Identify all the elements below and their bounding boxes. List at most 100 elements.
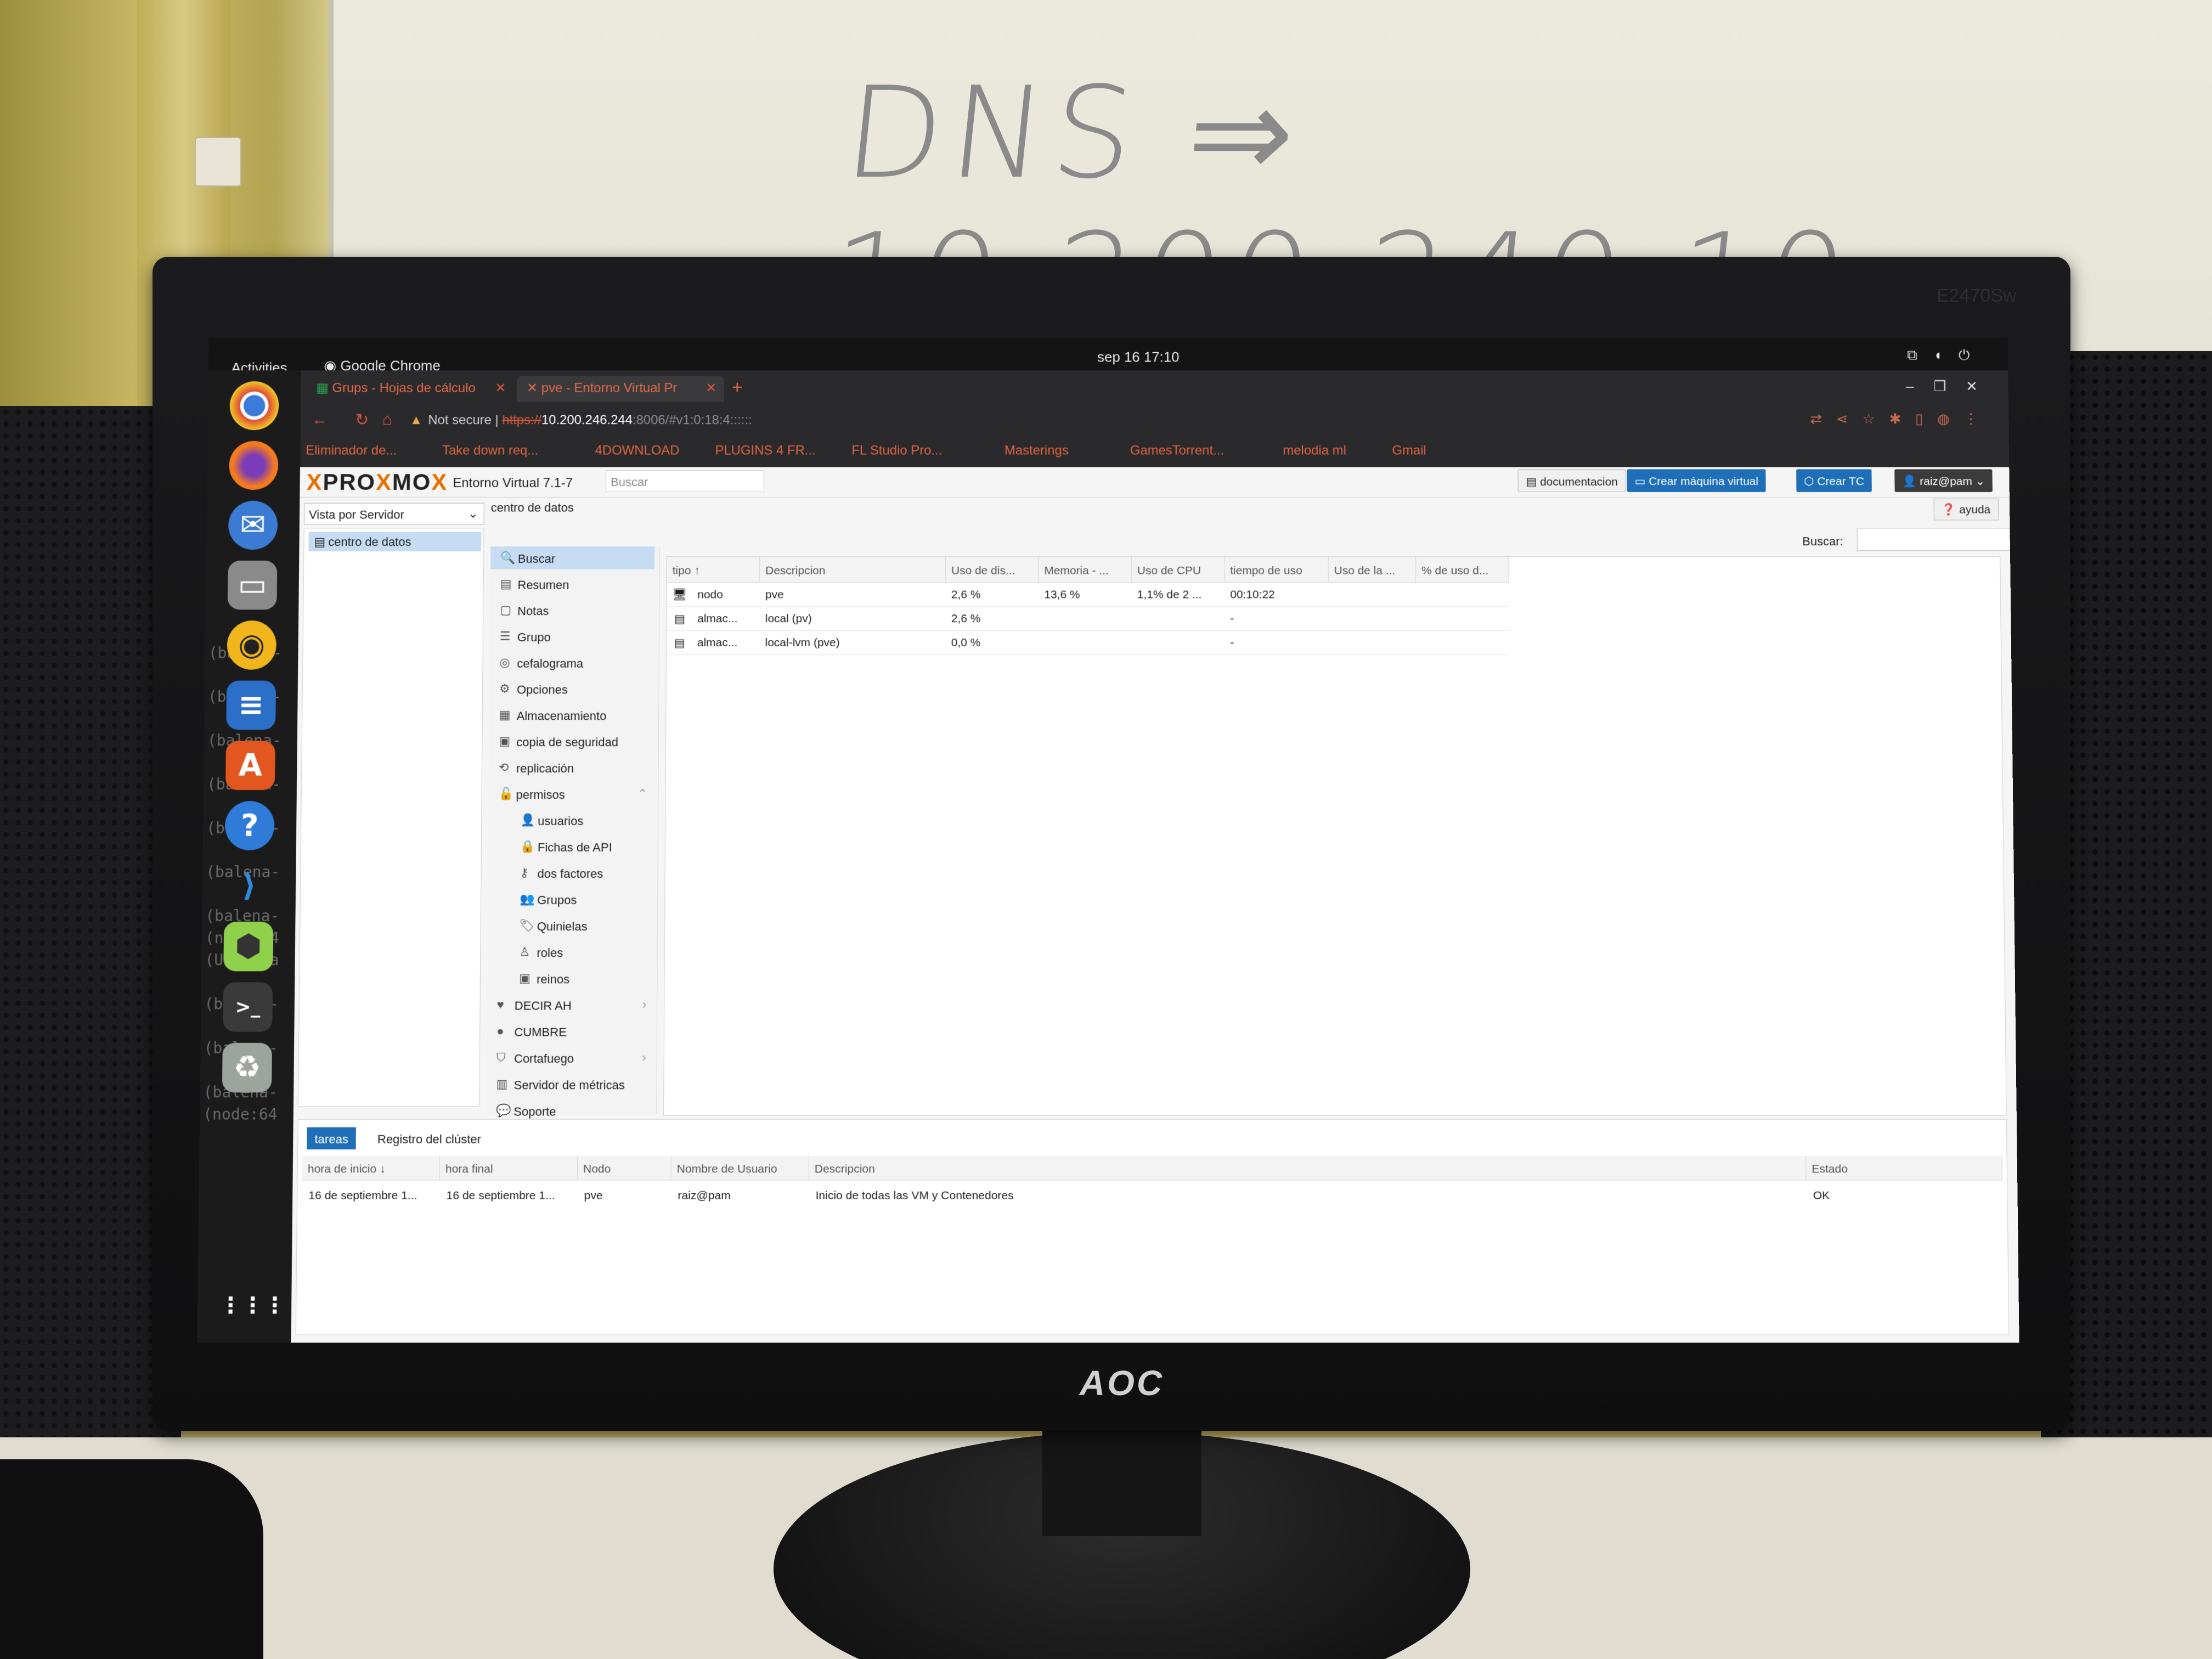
bookmark-item[interactable]: Eliminador de... <box>306 443 397 459</box>
menu-item-two-factor[interactable]: ⚷ dos factores <box>488 861 652 884</box>
sheets-icon: ▦ <box>316 381 332 396</box>
vscode-dock-icon[interactable]: ⟩ <box>224 861 274 911</box>
security-warning: Not secure <box>428 413 492 428</box>
menu-item-resumen[interactable]: ▤ Resumen <box>490 573 654 596</box>
sidepanel-icon[interactable]: ▯ <box>1915 410 1937 427</box>
software-dock-icon[interactable]: A <box>225 741 275 791</box>
cell-disk: 2,6 % <box>951 588 981 601</box>
translate-icon[interactable]: ⇄ <box>1810 410 1836 427</box>
menu-item-pools[interactable]: 🏷 Quinielas <box>488 914 653 937</box>
menu-item-metric-server[interactable]: ▥ Servidor de métricas <box>486 1073 651 1096</box>
bookmark-item[interactable]: Take down req... <box>442 443 538 459</box>
menu-item-api-tokens[interactable]: 🔒 Fichas de API <box>488 835 653 858</box>
menu-item-permisos[interactable]: 🔓 permisos ⌃ <box>488 782 653 805</box>
package-dock-icon[interactable]: ⬢ <box>223 922 274 972</box>
table-row[interactable]: ▤ almac... local (pv) 2,6 % - <box>667 607 1510 631</box>
tree-item-datacenter[interactable]: ▤ centro de datos <box>308 532 482 552</box>
writer-dock-icon[interactable]: ≡ <box>226 680 276 730</box>
cell-tipo: nodo <box>697 588 723 601</box>
close-window-icon[interactable]: ✕ <box>1966 378 1997 394</box>
profile-icon[interactable]: ◍ <box>1937 410 1964 427</box>
bookmark-item[interactable]: FL Studio Pro... <box>851 443 942 459</box>
chrome-dock-icon[interactable] <box>229 381 279 431</box>
firefox-dock-icon[interactable] <box>229 441 279 490</box>
menu-item-notas[interactable]: ▢ Notas <box>490 599 654 622</box>
close-tab-icon[interactable]: ✕ <box>495 380 506 396</box>
column-header-status[interactable]: Estado <box>1806 1156 2003 1181</box>
power-icon: ⏻ <box>1958 346 1987 363</box>
menu-item-realms[interactable]: ▣ reinos <box>487 967 652 990</box>
menu-item-backup[interactable]: ▣ copia de seguridad <box>489 730 653 753</box>
column-header-disk[interactable]: Uso de dis... <box>945 556 1039 583</box>
documentation-button[interactable]: ▤ documentacion <box>1517 469 1626 492</box>
column-header-node[interactable]: Nodo <box>577 1156 672 1181</box>
column-header-start[interactable]: hora de inicio ↓ <box>302 1156 441 1181</box>
menu-item-buscar[interactable]: 🔍 Buscar <box>490 546 655 569</box>
share-icon[interactable]: ⋖ <box>1836 410 1863 427</box>
menu-icon[interactable]: ⋮ <box>1963 410 1992 427</box>
address-bar[interactable]: ▲ Not secure | https://10.200.246.244:800… <box>404 407 1987 432</box>
star-icon[interactable]: ☆ <box>1862 410 1889 427</box>
column-header-descripcion[interactable]: Descripcion <box>760 556 946 583</box>
table-row[interactable]: ▤ almac... local-lvm (pve) 0,0 % - <box>666 631 1510 655</box>
menu-item-roles[interactable]: ♙ roles <box>487 940 652 963</box>
omnibox-tools[interactable]: ⇄⋖☆✱▯◍⋮ <box>1810 410 1992 427</box>
terminal-dock-icon[interactable]: >_ <box>223 982 273 1032</box>
column-header-uptime[interactable]: tiempo de uso <box>1224 556 1329 583</box>
tab-cluster-log[interactable]: Registro del clúster <box>370 1127 489 1149</box>
menu-item-firewall[interactable]: ⛉ Cortafuego › <box>487 1046 652 1069</box>
search-input[interactable] <box>1857 528 2019 551</box>
create-vm-button[interactable]: ▭ Crear máquina virtual <box>1627 469 1767 492</box>
collapse-icon: ⌃ <box>637 787 648 801</box>
close-tab-icon[interactable]: ✕ <box>706 380 716 396</box>
menu-item-ha[interactable]: ♥ DECIR AH › <box>487 994 652 1017</box>
column-header-memory[interactable]: Memoria - ... <box>1039 556 1132 583</box>
menu-item-opciones[interactable]: ⚙ Opciones <box>489 678 654 701</box>
home-icon[interactable]: ⌂ <box>382 410 392 429</box>
back-icon[interactable]: ← <box>312 410 328 429</box>
chevron-right-icon: › <box>642 997 647 1012</box>
thunderbird-dock-icon[interactable]: ✉ <box>228 500 278 550</box>
column-header-usage-pct[interactable]: % de uso d... <box>1415 556 1509 583</box>
clock[interactable]: sep 16 17:10 <box>1097 349 1179 366</box>
menu-item-usuarios[interactable]: 👤 usuarios <box>488 809 653 832</box>
bookmark-item[interactable]: 4DOWNLOAD <box>595 443 680 459</box>
bookmark-item[interactable]: PLUGINS 4 FR... <box>715 443 815 459</box>
bookmark-item[interactable]: Gmail <box>1392 443 1426 459</box>
minimize-icon[interactable]: – <box>1906 378 1933 394</box>
menu-item-acme[interactable]: ● CUMBRE <box>487 1020 652 1043</box>
extension-icon[interactable]: ✱ <box>1889 410 1915 427</box>
table-row[interactable]: 🖥 nodo pve 2,6 % 13,6 % 1,1% de 2 ... 00… <box>667 583 1509 607</box>
bookmark-item[interactable]: GamesTorrent... <box>1130 443 1224 459</box>
view-selector[interactable]: Vista por Servidor ⌄ <box>303 503 484 525</box>
trash-dock-icon[interactable]: ♻ <box>222 1042 273 1093</box>
menu-item-grupos[interactable]: 👥 Grupos <box>488 888 653 911</box>
column-header-usage[interactable]: Uso de la ... <box>1328 556 1417 583</box>
menu-item-almacenamiento[interactable]: ▦ Almacenamiento <box>489 703 654 726</box>
new-tab-button[interactable]: + <box>732 377 743 398</box>
help-button[interactable]: ❓ ayuda <box>1933 498 1999 521</box>
column-header-tipo[interactable]: tipo ↑ <box>667 556 760 583</box>
global-search-input[interactable]: Buscar <box>606 470 764 492</box>
maximize-icon[interactable]: ❐ <box>1933 378 1966 394</box>
tab-grups-sheet[interactable]: ▦ Grups - Hojas de cálculo ✕ <box>306 376 514 402</box>
window-controls[interactable]: –❐✕ <box>1906 378 1997 395</box>
column-header-end[interactable]: hora final <box>439 1156 578 1181</box>
system-tray[interactable]: ⧉◖⏻ <box>1907 347 1986 364</box>
bookmark-item[interactable]: Masterings <box>1005 443 1069 459</box>
reload-icon[interactable]: ↻ <box>355 410 369 430</box>
tab-tareas[interactable]: tareas <box>307 1127 357 1150</box>
show-apps-icon[interactable]: ⋮⋮⋮ <box>219 1280 286 1330</box>
column-header-user[interactable]: Nombre de Usuario <box>671 1156 809 1181</box>
user-menu-button[interactable]: 👤 raiz@pam ⌄ <box>1894 469 1993 492</box>
bookmark-item[interactable]: melodia ml <box>1283 443 1346 459</box>
menu-item-ceph[interactable]: ◎ cefalograma <box>489 651 654 674</box>
column-header-description[interactable]: Descripcion <box>809 1156 1807 1181</box>
comments-icon: 💬 <box>496 1103 511 1118</box>
menu-item-grupo[interactable]: ☰ Grupo <box>490 625 654 648</box>
files-dock-icon[interactable]: ▭ <box>227 560 278 610</box>
tab-pve[interactable]: ✕ pve - Entorno Virtual Pr ✕ <box>517 376 725 402</box>
create-ct-button[interactable]: ⬡ Crear TC <box>1796 469 1872 492</box>
column-header-cpu[interactable]: Uso de CPU <box>1131 556 1225 583</box>
menu-item-replicacion[interactable]: ⟲ replicación <box>489 756 653 779</box>
